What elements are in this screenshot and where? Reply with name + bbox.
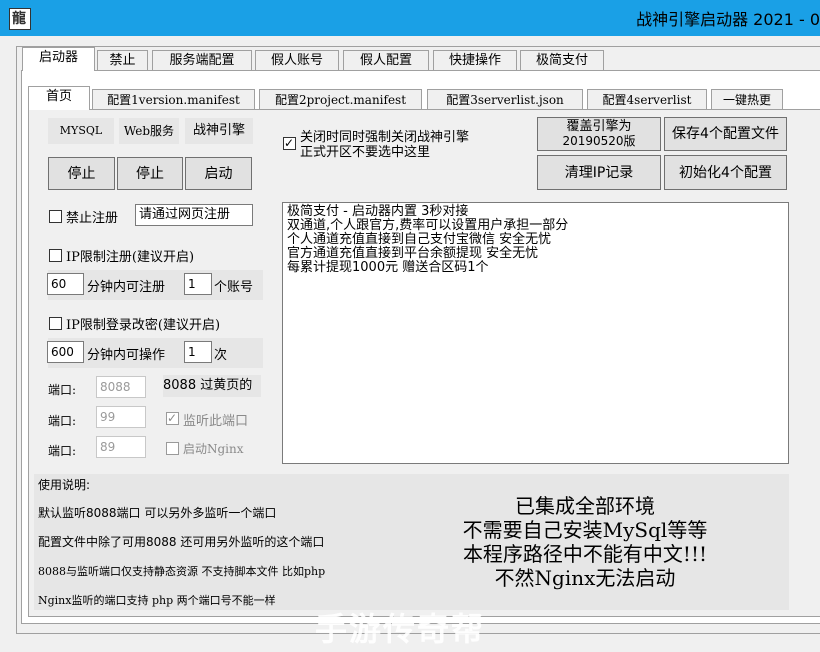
subtab-hot-update[interactable]: 一键热更 bbox=[711, 89, 783, 111]
ban-register-checkbox[interactable] bbox=[49, 210, 62, 223]
memo-line: 每累计提现1000元 赠送合区码1个 bbox=[287, 260, 489, 275]
ip-login-unit: 次 bbox=[214, 348, 228, 363]
usage-line-3: 8088与监听端口仅支持静态资源 不支持脚本文件 比如php bbox=[38, 565, 326, 578]
ban-register-message-input[interactable]: 请通过网页注册 bbox=[135, 204, 253, 226]
usage-line-4: Nginx监听的端口支持 php 两个端口号不能一样 bbox=[38, 594, 276, 607]
cover-engine-line2: 20190520版 bbox=[562, 134, 636, 148]
cover-engine-button[interactable]: 覆盖引擎为 20190520版 bbox=[537, 117, 661, 151]
environment-notice: 已集成全部环境 不需要自己安装MySql等等 本程序路径中不能有中文!!! 不然… bbox=[420, 494, 750, 590]
ban-register-label: 禁止注册 bbox=[66, 211, 119, 226]
ip-register-unit: 个账号 bbox=[214, 280, 254, 295]
ip-register-count-input[interactable]: 1 bbox=[184, 273, 212, 295]
ip-login-count-input[interactable]: 1 bbox=[184, 341, 212, 363]
cover-engine-line1: 覆盖引擎为 bbox=[566, 119, 632, 134]
memo-line: 双通道,个人跟官方,费率可以设置用户承担一部分 bbox=[287, 218, 569, 233]
port3-label: 端口: bbox=[48, 444, 77, 458]
stop-web-button[interactable]: 停止 bbox=[117, 157, 183, 190]
clear-ip-button[interactable]: 清理IP记录 bbox=[537, 155, 661, 190]
start-engine-button[interactable]: 启动 bbox=[185, 157, 252, 190]
notice-line: 不需要自己安装MySql等等 bbox=[462, 518, 708, 542]
usage-title: 使用说明: bbox=[38, 478, 91, 492]
listen-port-checkbox[interactable]: ✓ bbox=[166, 412, 179, 425]
force-close-note: 正式开区不要选中这里 bbox=[300, 145, 431, 160]
tab-ban[interactable]: 禁止 bbox=[97, 50, 148, 72]
save-configs-button[interactable]: 保存4个配置文件 bbox=[664, 117, 787, 151]
tab-minimal-pay[interactable]: 极简支付 bbox=[520, 50, 604, 72]
tab-bot-accounts[interactable]: 假人账号 bbox=[255, 50, 339, 72]
notice-line: 本程序路径中不能有中文!!! bbox=[462, 542, 708, 566]
init-configs-button[interactable]: 初始化4个配置 bbox=[664, 155, 787, 190]
tab-server-config[interactable]: 服务端配置 bbox=[152, 50, 252, 72]
ip-register-minutes-text: 分钟内可注册 bbox=[87, 280, 166, 295]
stop-mysql-button[interactable]: 停止 bbox=[48, 157, 115, 190]
port1-input[interactable]: 8088 bbox=[96, 376, 146, 398]
listen-port-label: 监听此端口 bbox=[183, 414, 249, 429]
port1-label: 端口: bbox=[48, 383, 77, 397]
start-nginx-checkbox[interactable] bbox=[166, 442, 179, 455]
usage-line-1: 默认监听8088端口 可以另外多监听一个端口 bbox=[38, 506, 277, 520]
ip-limit-login-label: IP限制登录改密(建议开启) bbox=[66, 318, 221, 333]
notice-line: 不然Nginx无法启动 bbox=[494, 566, 676, 590]
engine-label: 战神引擎 bbox=[185, 118, 253, 144]
force-close-label: 关闭时同时强制关闭战神引擎 正式开区不要选中这里 bbox=[300, 130, 469, 160]
ip-login-minutes-input[interactable]: 600 bbox=[47, 341, 84, 363]
watermark: 手游传奇帮 bbox=[315, 610, 486, 648]
tab-launcher[interactable]: 启动器 bbox=[22, 47, 95, 71]
subtab-home[interactable]: 首页 bbox=[28, 86, 90, 110]
memo-line: 极简支付 - 启动器内置 3秒对接 bbox=[287, 204, 469, 219]
ip-limit-register-checkbox[interactable] bbox=[49, 249, 62, 262]
pay-info-memo[interactable]: 极简支付 - 启动器内置 3秒对接 双通道,个人跟官方,费率可以设置用户承担一部… bbox=[282, 202, 789, 464]
subtab-config3[interactable]: 配置3serverlist.json bbox=[427, 89, 583, 111]
subtab-config4[interactable]: 配置4serverlist bbox=[587, 89, 707, 111]
subtab-config1[interactable]: 配置1version.manifest bbox=[92, 89, 255, 111]
memo-line: 官方通道充值直接到平台余额提现 安全无忧 bbox=[287, 246, 539, 261]
ip-limit-login-checkbox[interactable] bbox=[49, 317, 62, 330]
notice-line: 已集成全部环境 bbox=[515, 494, 655, 518]
port2-label: 端口: bbox=[48, 414, 77, 428]
subtab-config2[interactable]: 配置2project.manifest bbox=[259, 89, 422, 111]
start-nginx-label: 启动Nginx bbox=[183, 442, 244, 456]
tab-bot-config[interactable]: 假人配置 bbox=[343, 50, 429, 72]
checkmark-icon: ✓ bbox=[167, 411, 178, 425]
memo-line: 个人通道充值直接到自己支付宝微信 安全无忧 bbox=[287, 232, 552, 247]
mysql-label: MYSQL bbox=[48, 118, 114, 144]
port3-input[interactable]: 89 bbox=[96, 436, 146, 458]
web-service-label: Web服务 bbox=[119, 118, 179, 144]
usage-line-2: 配置文件中除了可用8088 还可用另外监听的这个端口 bbox=[38, 535, 325, 549]
tab-quick-ops[interactable]: 快捷操作 bbox=[433, 50, 517, 72]
force-close-checkbox[interactable]: ✓ bbox=[283, 137, 296, 150]
port2-input[interactable]: 99 bbox=[96, 406, 146, 428]
ip-register-minutes-input[interactable]: 60 bbox=[47, 273, 84, 295]
ip-limit-register-label: IP限制注册(建议开启) bbox=[66, 250, 195, 265]
checkmark-icon: ✓ bbox=[284, 136, 295, 150]
port1-note: 8088 过黄页的 bbox=[163, 375, 261, 397]
force-close-text: 关闭时同时强制关闭战神引擎 bbox=[300, 130, 470, 145]
ip-login-minutes-text: 分钟内可操作 bbox=[87, 348, 166, 363]
app-logo-icon: 龍 bbox=[9, 8, 31, 30]
window-title: 战神引擎启动器 2021 - 0 bbox=[636, 10, 820, 29]
